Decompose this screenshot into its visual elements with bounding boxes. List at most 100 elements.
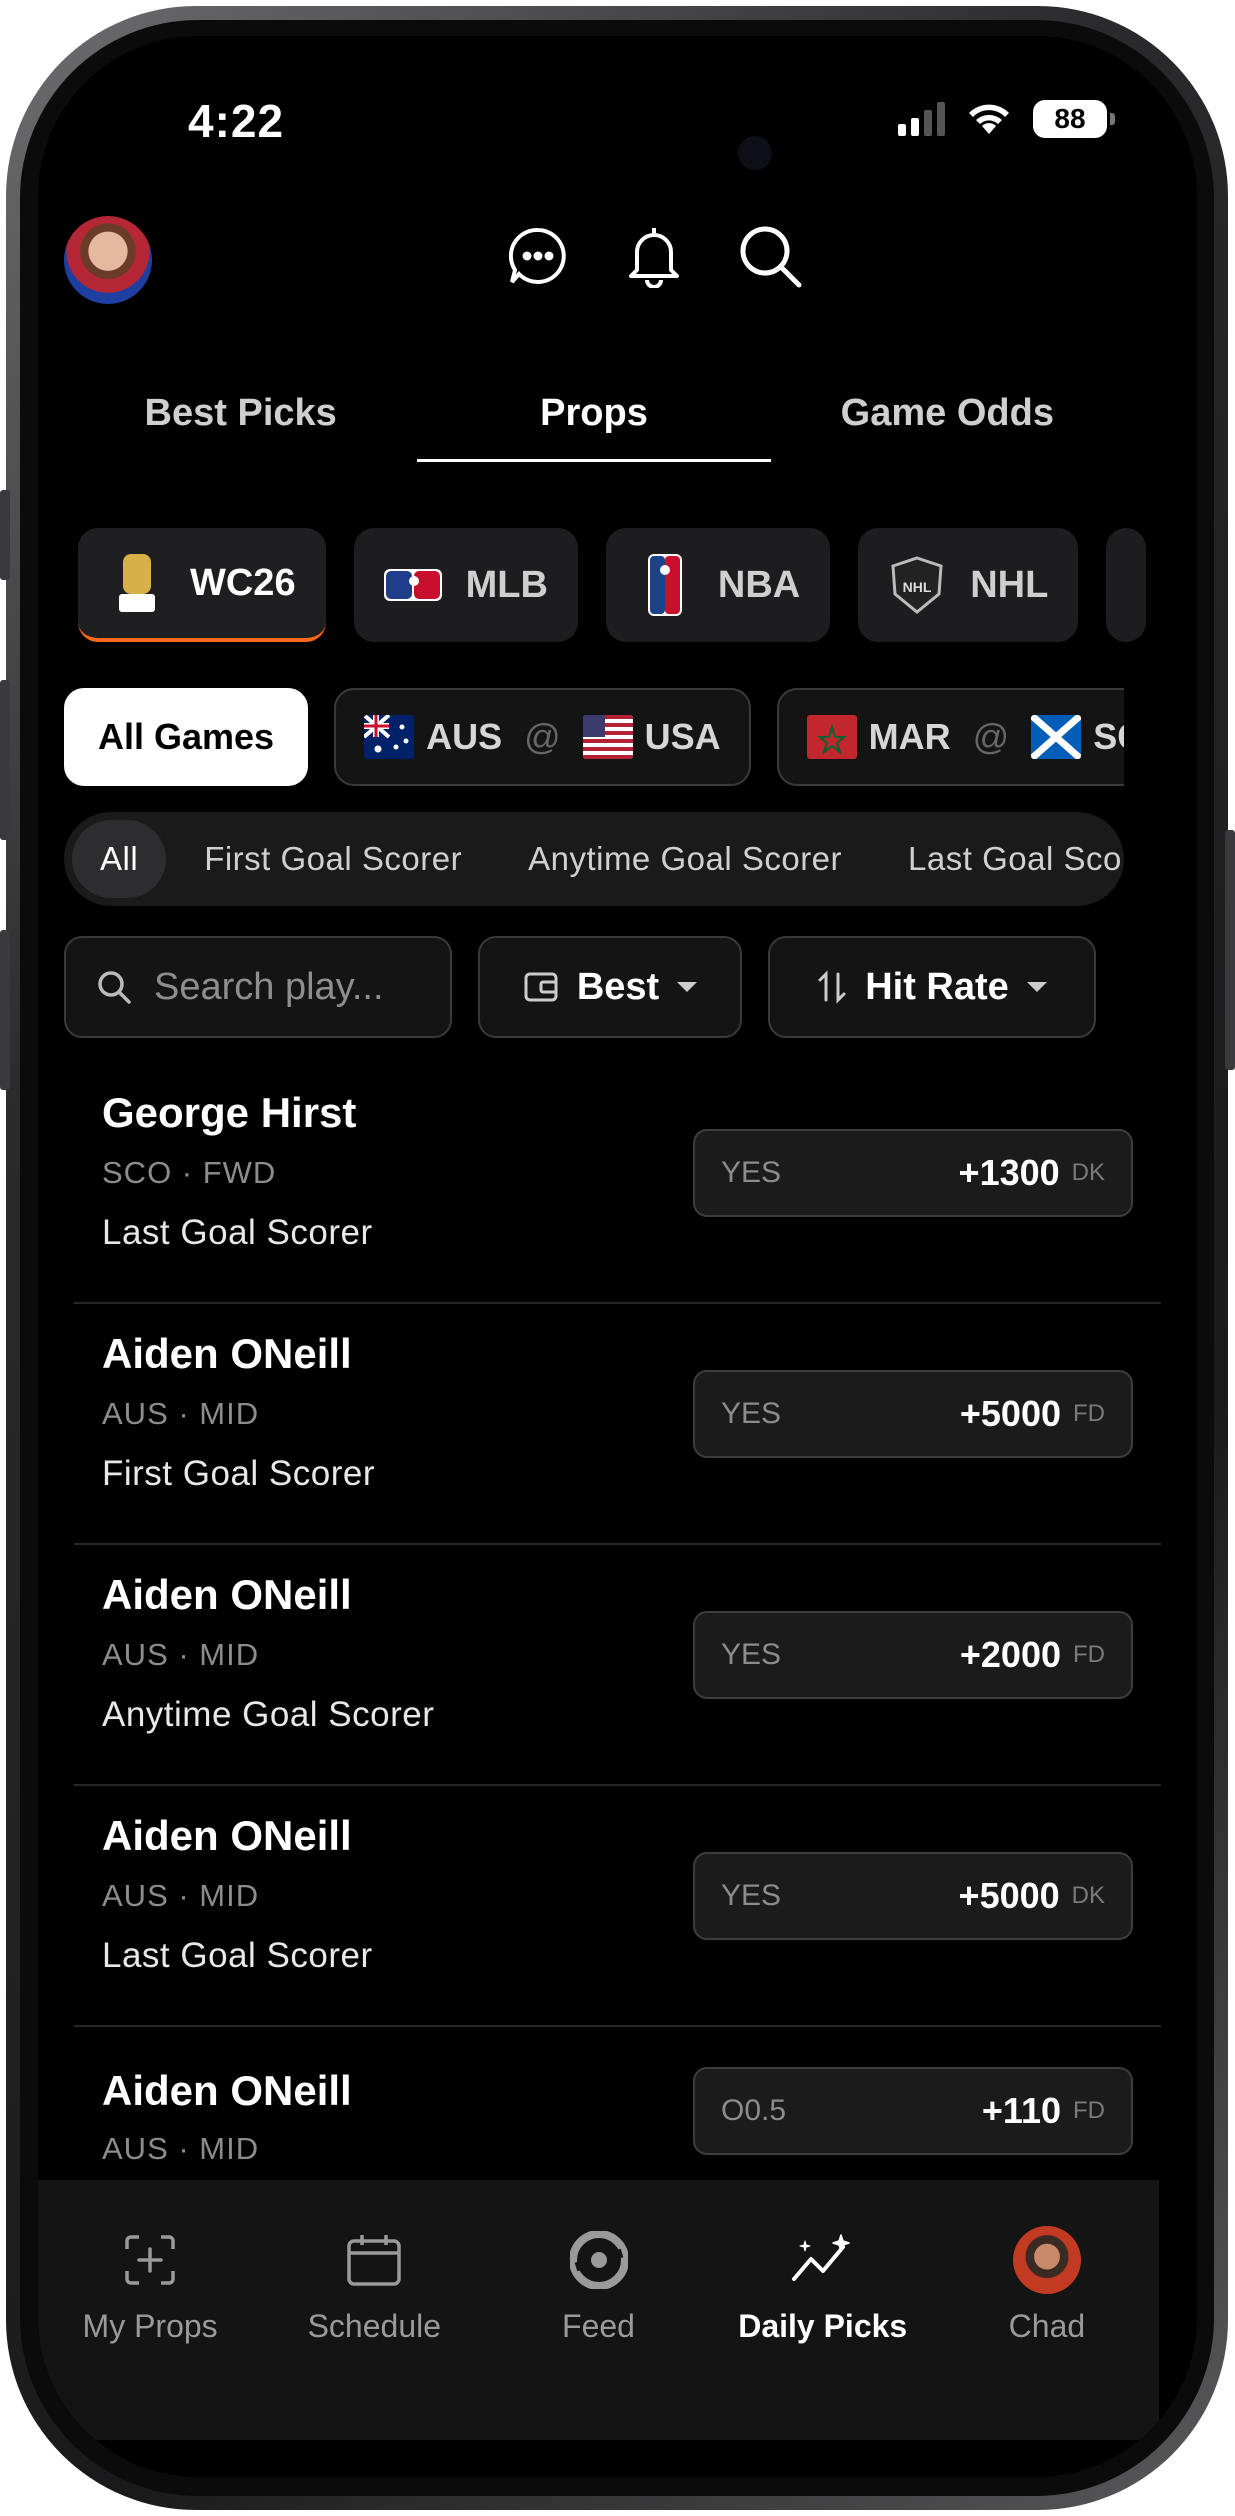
player-name: Aiden ONeill — [102, 1330, 352, 1377]
filter-row: Best Hit Rate — [64, 936, 1124, 1038]
calendar-icon — [346, 2228, 402, 2292]
nav-profile[interactable]: Chad — [935, 2226, 1159, 2440]
odds-selection: YES — [721, 1638, 782, 1671]
bell-icon[interactable] — [616, 218, 692, 294]
league-chip-more[interactable] — [1106, 528, 1147, 642]
odds-button[interactable]: YES +2000 FD — [693, 1611, 1133, 1699]
player-meta: SCO · FWD — [102, 1155, 277, 1190]
prop-market: First Goal Scorer — [102, 1454, 375, 1493]
nav-schedule[interactable]: Schedule — [262, 2228, 486, 2440]
all-games-button[interactable]: All Games — [64, 688, 309, 786]
player-meta: AUS · MID — [102, 1878, 260, 1913]
market-pill-first-goal-scorer[interactable]: First Goal Scorer — [176, 820, 490, 898]
prop-market: Last Goal Scorer — [102, 1936, 373, 1975]
league-chip-nba[interactable]: NBA — [605, 528, 831, 642]
nba-logo-icon — [636, 554, 694, 616]
player-name: Aiden ONeill — [102, 1571, 352, 1618]
odds-selection: YES — [721, 1397, 782, 1430]
usa-flag-icon — [582, 715, 633, 759]
sportsbook-filter-button[interactable]: Best — [478, 936, 742, 1038]
nav-label: Schedule — [307, 2308, 442, 2344]
league-label: NHL — [970, 563, 1049, 606]
search-icon — [98, 971, 131, 1004]
scotland-flag-icon — [1031, 715, 1082, 759]
league-chip-wc26[interactable]: WC26 — [78, 528, 326, 642]
player-name: Aiden ONeill — [102, 2067, 352, 2114]
odds-price: +5000 — [959, 1393, 1061, 1434]
market-pill-anytime-goal-scorer[interactable]: Anytime Goal Scorer — [500, 820, 870, 898]
wifi-icon — [969, 104, 1009, 134]
odds-button-partial[interactable] — [693, 2067, 1133, 2097]
league-selector: WC26 MLB NBA NHL NHL — [78, 528, 1147, 642]
sportsbook-tag: FD — [1073, 2097, 1105, 2124]
volume-up-button — [0, 680, 10, 840]
wallet-icon — [524, 972, 558, 1002]
odds-selection: YES — [721, 1156, 782, 1189]
search-icon[interactable] — [732, 218, 808, 294]
sort-arrows-icon — [818, 970, 846, 1004]
game-home-team: USA — [644, 716, 721, 757]
prop-row[interactable]: George Hirst SCO · FWD Last Goal Scorer … — [74, 1063, 1161, 1304]
odds-price: +1300 — [958, 1152, 1060, 1193]
mute-switch — [0, 490, 10, 580]
search-box[interactable] — [64, 936, 452, 1038]
status-time: 4:22 — [188, 95, 285, 147]
nav-daily-picks[interactable]: Daily Picks — [711, 2228, 935, 2440]
odds-selection: O0.5 — [721, 2094, 787, 2127]
world-cup-trophy-icon — [108, 554, 166, 612]
trend-sparkle-icon — [791, 2228, 855, 2292]
league-label: NBA — [717, 563, 801, 606]
volume-down-button — [0, 930, 10, 1090]
nav-my-props[interactable]: My Props — [38, 2228, 262, 2440]
tab-game-odds[interactable]: Game Odds — [771, 392, 1124, 462]
game-away-team: MAR — [868, 716, 951, 757]
chevron-down-icon — [677, 982, 698, 992]
battery-icon: 88 — [1033, 100, 1115, 138]
phone-screen: 4:22 88 Best Picks Props Game Odds WC26 … — [38, 36, 1197, 2477]
odds-button[interactable]: YES +5000 FD — [693, 1370, 1133, 1458]
nav-feed[interactable]: Feed — [486, 2228, 710, 2440]
game-selector: All Games AUS @ USA MAR @ SCO — [64, 688, 1124, 786]
odds-price: +2000 — [959, 1634, 1061, 1675]
status-icons: 88 — [898, 100, 1115, 138]
league-chip-nhl[interactable]: NHL NHL — [858, 528, 1079, 642]
nav-label: My Props — [82, 2308, 218, 2344]
cellular-signal-icon — [898, 102, 945, 136]
user-avatar[interactable] — [64, 216, 152, 304]
odds-price: +5000 — [958, 1875, 1060, 1916]
odds-button[interactable]: YES +1300 DK — [693, 1129, 1133, 1217]
power-button — [1225, 830, 1235, 1070]
market-pill-last-goal-scorer[interactable]: Last Goal Scorer — [880, 820, 1124, 898]
prop-market: Anytime Goal Scorer — [102, 1695, 435, 1734]
nhl-logo-icon: NHL — [888, 556, 946, 614]
prop-market: Last Goal Scorer — [102, 1213, 373, 1252]
game-away-team: AUS — [426, 716, 503, 757]
props-list: George Hirst SCO · FWD Last Goal Scorer … — [38, 1063, 1197, 2268]
australia-flag-icon — [364, 715, 415, 759]
prop-row[interactable]: Aiden ONeill AUS · MID Last Goal Scorer … — [74, 1786, 1161, 2027]
nav-label: Feed — [562, 2308, 635, 2344]
player-meta: AUS · MID — [102, 1637, 260, 1672]
chat-icon[interactable] — [500, 218, 576, 294]
prop-row[interactable]: Aiden ONeill AUS · MID First Goal Scorer… — [74, 1304, 1161, 1545]
sportsbook-tag: DK — [1071, 1159, 1105, 1186]
sort-button[interactable]: Hit Rate — [768, 936, 1096, 1038]
market-pill-all[interactable]: All — [72, 820, 167, 898]
game-chip-aus-usa[interactable]: AUS @ USA — [334, 688, 751, 786]
league-chip-mlb[interactable]: MLB — [353, 528, 578, 642]
league-label: MLB — [465, 563, 548, 606]
player-name: George Hirst — [102, 1089, 357, 1136]
prop-row[interactable]: Aiden ONeill AUS · MID Anytime Goal Scor… — [74, 1545, 1161, 1786]
sportsbook-filter-label: Best — [576, 965, 660, 1008]
at-separator: @ — [524, 716, 561, 757]
tab-best-picks[interactable]: Best Picks — [64, 392, 417, 462]
tab-props[interactable]: Props — [417, 392, 771, 462]
odds-button[interactable]: YES +5000 DK — [693, 1852, 1133, 1940]
nav-label: Chad — [1008, 2308, 1086, 2344]
game-chip-mar-sco[interactable]: MAR @ SCO — [776, 688, 1124, 786]
sort-label: Hit Rate — [865, 965, 1009, 1008]
player-meta: AUS · MID — [102, 1396, 260, 1431]
profile-avatar — [1012, 2226, 1081, 2294]
search-input[interactable] — [154, 965, 414, 1009]
add-square-icon — [123, 2228, 177, 2292]
